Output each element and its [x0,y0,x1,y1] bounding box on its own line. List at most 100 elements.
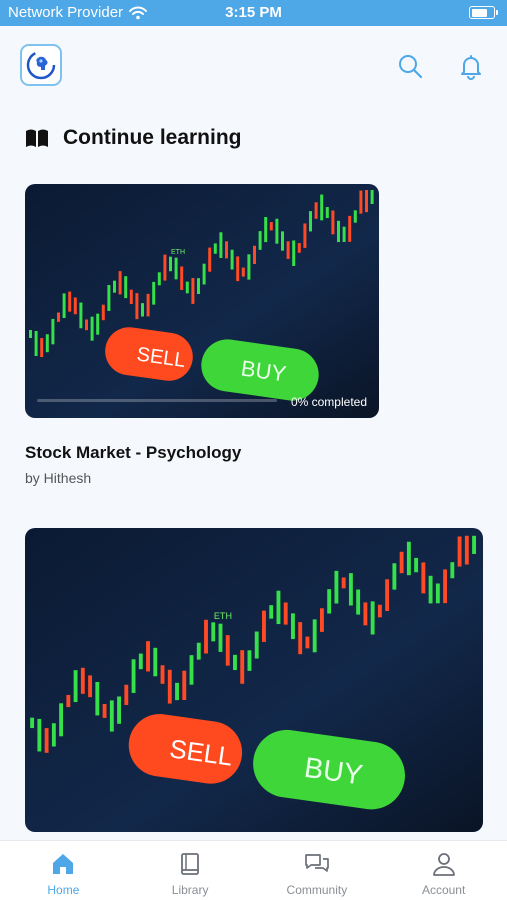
candlestick [348,215,352,242]
bell-icon[interactable] [457,52,485,80]
candlestick [247,650,252,671]
nav-library[interactable]: Library [127,841,254,900]
candlestick [129,289,133,304]
candlestick [138,653,143,670]
candlestick [157,272,161,286]
candlestick [225,241,228,259]
candlestick [107,285,111,311]
candlestick [312,619,317,653]
candlestick [254,631,259,659]
candlestick [269,605,274,619]
candlestick [211,622,216,642]
app-logo[interactable] [20,44,62,86]
open-book-icon [26,129,48,147]
candlestick [124,276,128,299]
candlestick [51,723,56,747]
candlestick [230,249,234,270]
section-title: Continue learning [63,126,242,149]
nav-home[interactable]: Home [0,841,127,900]
candlestick [247,254,251,280]
candlestick [180,266,184,290]
candlestick [435,583,440,604]
candlestick [29,330,32,338]
candlestick [298,622,303,655]
candlestick [320,194,324,221]
candlestick [450,562,455,579]
candlestick [331,210,335,235]
candlestick [399,551,404,574]
course-card[interactable]: SELL BUY ETH [25,528,483,832]
candlestick [182,670,187,701]
candlestick [30,717,35,729]
candlestick [34,330,38,357]
candlestick [167,669,172,704]
course-author: by Hithesh [25,470,92,486]
candlestick [117,696,121,724]
candlestick [283,602,288,625]
candlestick [51,318,55,345]
candlestick [309,211,312,232]
candlestick [292,240,296,266]
candlestick [258,231,262,250]
candlestick [153,647,158,677]
candlestick [325,207,329,219]
candlestick [233,654,237,671]
search-icon[interactable] [396,52,424,80]
brain-head-icon [26,50,56,80]
candlestick [319,608,324,632]
battery-icon [469,6,498,19]
course-thumbnail: SELL BUY ETH [25,184,379,418]
candlestick [219,232,223,258]
nav-account[interactable]: Account [380,841,507,900]
candlestick [314,202,318,219]
candlestick [241,267,245,277]
candlestick [428,575,433,604]
candlestick [334,570,339,604]
candlestick [342,226,346,242]
course-title[interactable]: Stock Market - Psychology [25,443,241,463]
candlestick [204,619,208,654]
candlestick [174,257,178,280]
candlestick [79,302,83,329]
candlestick [109,700,114,732]
candlestick [392,563,397,590]
nav-community[interactable]: Community [254,841,381,900]
candlestick [169,256,172,272]
nav-label-library: Library [171,883,209,897]
candlestick [135,293,139,320]
candlestick [240,650,245,684]
candlestick [297,243,301,253]
candlestick [218,623,223,652]
book-icon [181,853,200,875]
candlestick [276,590,281,625]
candlestick [68,291,72,312]
candlestick [163,254,167,281]
candlestick [472,535,477,554]
candlestick [291,613,295,640]
candlestick [118,271,122,295]
candlestick [236,256,240,282]
candlestick [175,682,179,701]
course-progress-bar [37,399,277,402]
bottom-nav: Home Library Community Account [0,840,507,900]
continue-learning-heading: Continue learning [25,126,242,150]
candlestick [213,243,217,254]
candlestick [359,190,363,214]
candlestick [59,703,64,737]
user-icon [432,853,455,876]
nav-label-account: Account [421,883,466,897]
candlestick [131,659,136,693]
candlestick [197,278,200,294]
candlestick [101,304,105,321]
candlestick [66,694,71,708]
candlestick [57,312,60,322]
candlestick [85,319,88,331]
course-card[interactable]: SELL BUY ETH 0% completed [25,184,379,418]
candlestick [457,536,462,567]
candlestick [303,223,307,248]
candlestick [305,636,310,649]
candlestick [196,642,201,660]
candlestick [152,281,156,305]
candlestick [281,231,284,251]
candlestick [443,569,448,604]
